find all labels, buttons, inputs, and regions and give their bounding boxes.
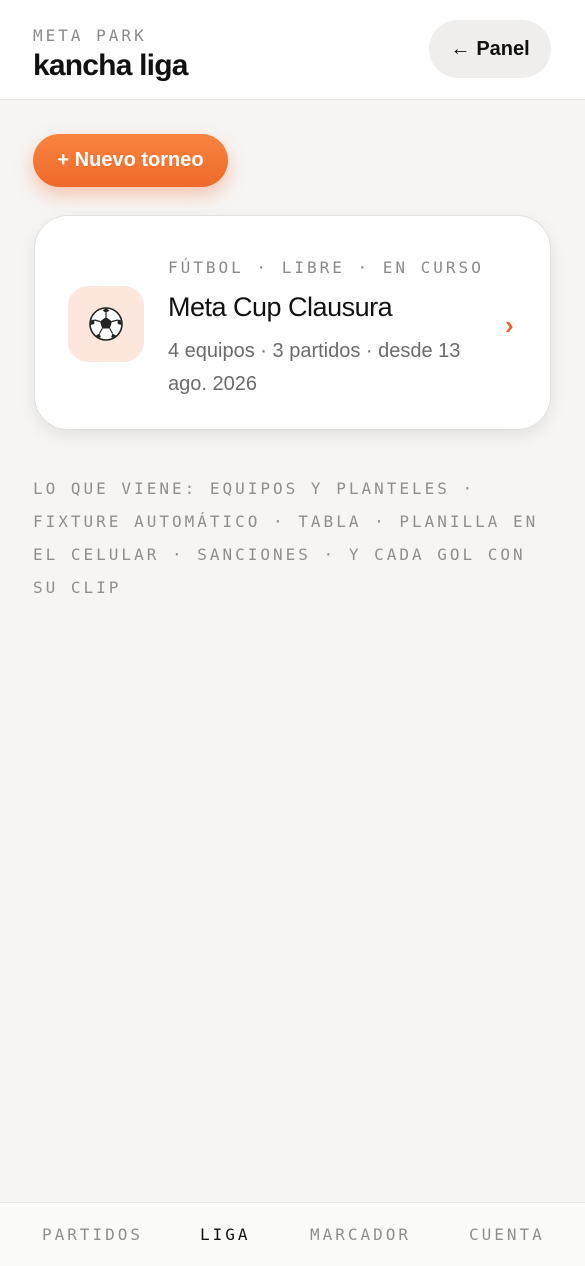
coming-soon-note: LO QUE VIENE: EQUIPOS Y PLANTELES · FIXT… (33, 479, 539, 597)
top-header: META PARK kancha liga ← Panel (0, 0, 585, 100)
tournament-title: Meta Cup Clausura (168, 292, 393, 322)
chevron-right-icon: › (505, 310, 514, 340)
tab-partidos[interactable]: PARTIDOS (42, 1225, 143, 1244)
tournament-summary: 4 equipos · 3 partidos · desde 13 ago. 2… (168, 340, 461, 395)
tournament-card[interactable]: FÚTBOL · LIBRE · EN CURSO Meta Cup Claus… (34, 215, 551, 430)
page-title: kancha liga (33, 49, 188, 82)
arrow-left-icon: ← (450, 37, 471, 60)
venue-eyebrow: META PARK (33, 26, 147, 45)
back-button-label: Panel (476, 37, 530, 60)
tournament-meta: FÚTBOL · LIBRE · EN CURSO (168, 258, 484, 277)
tab-cuenta[interactable]: CUENTA (469, 1225, 545, 1244)
new-tournament-button[interactable]: + Nuevo torneo (33, 134, 228, 187)
bottom-tab-bar: PARTIDOS LIGA MARCADOR CUENTA (0, 1202, 585, 1266)
soccer-ball-icon (89, 307, 123, 341)
tournament-icon-tile (68, 286, 144, 362)
tab-marcador[interactable]: MARCADOR (310, 1225, 411, 1244)
back-to-panel-button[interactable]: ← Panel (429, 20, 551, 78)
tab-liga[interactable]: LIGA (200, 1225, 251, 1244)
